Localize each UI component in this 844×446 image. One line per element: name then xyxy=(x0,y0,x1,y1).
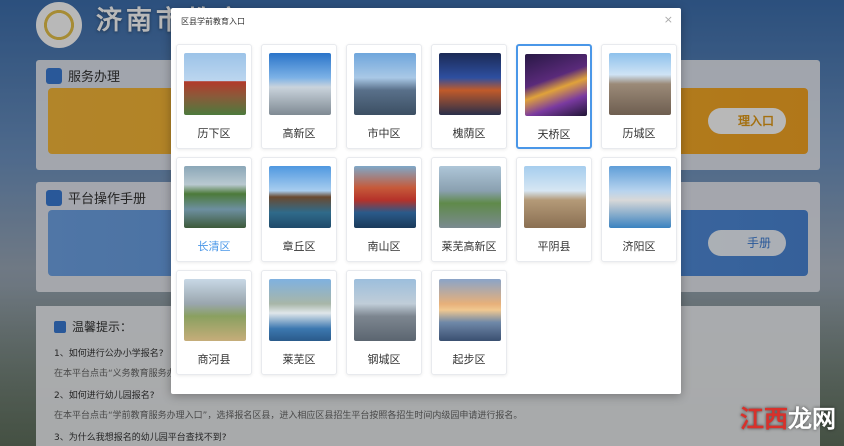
night-city-photo xyxy=(439,53,501,115)
autumn-mountain-photo xyxy=(354,166,416,228)
cathedral-photo xyxy=(609,53,671,115)
district-label: 历城区 xyxy=(622,127,656,140)
church-photo xyxy=(524,166,586,228)
district-label: 济阳区 xyxy=(622,240,656,253)
district-label: 钢城区 xyxy=(367,353,401,366)
mountain-town-photo xyxy=(269,279,331,341)
building-park-photo xyxy=(184,279,246,341)
district-card[interactable]: 莱芜区 xyxy=(261,270,337,375)
modal-title: 区县学前教育入口 xyxy=(181,17,245,26)
watermark-part-a: 江西 xyxy=(740,404,788,433)
city-skyline-photo xyxy=(269,53,331,115)
district-card[interactable]: 钢城区 xyxy=(346,270,422,375)
district-card[interactable]: 商河县 xyxy=(176,270,252,375)
district-card[interactable]: 长清区 xyxy=(176,157,252,262)
district-label: 槐荫区 xyxy=(452,127,486,140)
district-label: 章丘区 xyxy=(282,240,316,253)
district-card[interactable]: 天桥区 xyxy=(516,44,592,149)
district-card[interactable]: 槐荫区 xyxy=(431,44,507,149)
district-modal: 区县学前教育入口 × 历下区 高新区 市中区 槐荫区 天桥区 历城区 长清区 章丘区 南山区 莱芜… xyxy=(171,8,681,394)
district-label: 南山区 xyxy=(367,240,401,253)
district-label: 高新区 xyxy=(282,127,316,140)
district-card[interactable]: 平阴县 xyxy=(516,157,592,262)
district-card[interactable]: 市中区 xyxy=(346,44,422,149)
waterfront-photo xyxy=(609,166,671,228)
district-card[interactable]: 高新区 xyxy=(261,44,337,149)
close-icon[interactable]: × xyxy=(664,13,673,26)
skyscraper-photo xyxy=(354,53,416,115)
district-label: 商河县 xyxy=(197,353,231,366)
district-card[interactable]: 莱芜高新区 xyxy=(431,157,507,262)
district-label: 长清区 xyxy=(197,240,231,253)
district-card[interactable]: 历下区 xyxy=(176,44,252,149)
district-card[interactable]: 章丘区 xyxy=(261,157,337,262)
sunset-bridge-photo xyxy=(439,279,501,341)
district-card[interactable]: 起步区 xyxy=(431,270,507,375)
district-card[interactable]: 济阳区 xyxy=(601,157,677,262)
district-label: 平阴县 xyxy=(537,240,571,253)
district-card[interactable]: 历城区 xyxy=(601,44,677,149)
district-label: 莱芜高新区 xyxy=(441,240,497,253)
watermark: 江西龙网 xyxy=(740,399,836,434)
district-card[interactable]: 南山区 xyxy=(346,157,422,262)
landmark-gate-photo xyxy=(184,53,246,115)
watermark-part-b: 龙网 xyxy=(788,404,836,433)
aerial-city-photo xyxy=(439,166,501,228)
district-label: 起步区 xyxy=(452,353,486,366)
district-label: 历下区 xyxy=(197,127,231,140)
bridge-night-photo xyxy=(525,54,587,116)
district-label: 天桥区 xyxy=(537,128,571,141)
district-label: 市中区 xyxy=(367,127,401,140)
lake-photo xyxy=(184,166,246,228)
district-label: 莱芜区 xyxy=(282,353,316,366)
pavilion-lake-photo xyxy=(269,166,331,228)
industrial-photo xyxy=(354,279,416,341)
